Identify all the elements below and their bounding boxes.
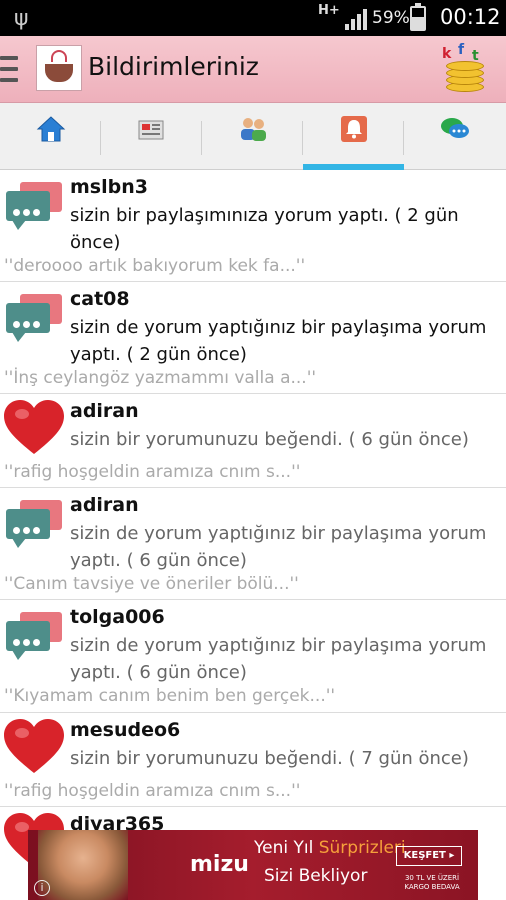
clock: 00:12 [440,5,501,29]
heart-icon [4,400,64,454]
ad-brand: mizu [190,852,249,877]
heart-icon [4,719,64,773]
tab-bar [0,103,506,170]
notification-user[interactable]: mslbn3 [70,176,148,198]
notification-item[interactable]: mesudeo6 sizin bir yorumunuzu beğendi. (… [0,713,506,807]
notification-quote: ''rafig hoşgeldin aramıza cnım s...'' [4,462,301,482]
news-icon [138,120,164,140]
ad-headline: Yeni Yıl Sürprizleri [254,838,406,858]
notification-item[interactable]: cat08 sizin de yorum yaptığınız bir payl… [0,282,506,394]
menu-icon[interactable] [0,56,18,82]
notification-user[interactable]: cat08 [70,288,130,310]
notification-user[interactable]: mesudeo6 [70,719,180,741]
notification-message: sizin bir paylaşımınıza yorum yaptı. ( 2… [70,205,459,253]
notification-item[interactable]: adiran sizin de yorum yaptığınız bir pay… [0,488,506,600]
ad-shipping-note: 30 TL VE ÜZERİ KARGO BEDAVA [404,874,460,891]
battery-percent: 59% [372,8,410,28]
tab-messages[interactable] [404,103,505,170]
network-type: H+ [318,3,340,18]
comment-icon [4,612,64,668]
status-bar: ψ H+ 59% 00:12 [0,0,506,36]
ad-banner[interactable]: mizu Yeni Yıl Sürprizleri Sizi Bekliyor … [28,830,478,900]
notification-user[interactable]: adiran [70,400,139,422]
notification-item[interactable]: adiran sizin bir yorumunuzu beğendi. ( 6… [0,394,506,488]
battery-charging-icon [410,3,426,31]
ad-subheadline: Sizi Bekliyor [264,866,368,886]
ad-model-image [38,830,128,900]
notification-quote: ''Kıyamam canım benim ben gerçek...'' [4,686,336,706]
notification-quote: ''deroooo artık bakıyorum kek fa...'' [4,256,306,276]
comment-icon [4,500,64,556]
notification-message: sizin bir yorumunuzu beğendi. ( 7 gün ön… [70,748,469,769]
notification-user[interactable]: adiran [70,494,139,516]
friends-icon [241,118,266,141]
coffee-cup-logo[interactable] [36,45,82,91]
tab-home[interactable] [0,103,101,170]
comment-icon [4,294,64,350]
notification-user[interactable]: tolga006 [70,606,165,628]
comment-icon [4,182,64,238]
notification-quote: ''İnş ceylangöz yazmammı valla a...'' [4,368,317,388]
ad-info-icon[interactable]: i [34,880,50,896]
notification-message: sizin de yorum yaptığınız bir paylaşıma … [70,317,487,365]
tab-notifications[interactable] [303,103,404,170]
tab-news[interactable] [101,103,202,170]
notification-message: sizin bir yorumunuzu beğendi. ( 6 gün ön… [70,429,469,450]
notification-item[interactable]: tolga006 sizin de yorum yaptığınız bir p… [0,600,506,713]
notification-message: sizin de yorum yaptığınız bir paylaşıma … [70,635,487,683]
usb-icon: ψ [14,6,29,31]
tab-friends[interactable] [202,103,303,170]
notification-quote: ''rafig hoşgeldin aramıza cnım s...'' [4,781,301,801]
bell-icon [341,116,367,142]
signal-icon [345,8,369,30]
notification-message: sizin de yorum yaptığınız bir paylaşıma … [70,523,487,571]
coins-icon[interactable]: k f t [440,42,490,94]
notification-quote: ''Canım tavsiye ve öneriler bölü...'' [4,574,299,594]
chat-icon [441,118,469,138]
ad-discover-button[interactable]: KEŞFET ▸ [396,846,462,866]
notification-item[interactable]: mslbn3 sizin bir paylaşımınıza yorum yap… [0,170,506,282]
action-bar: Bildirimleriniz k f t [0,36,506,103]
page-title: Bildirimleriniz [88,52,259,81]
home-icon [36,116,66,142]
